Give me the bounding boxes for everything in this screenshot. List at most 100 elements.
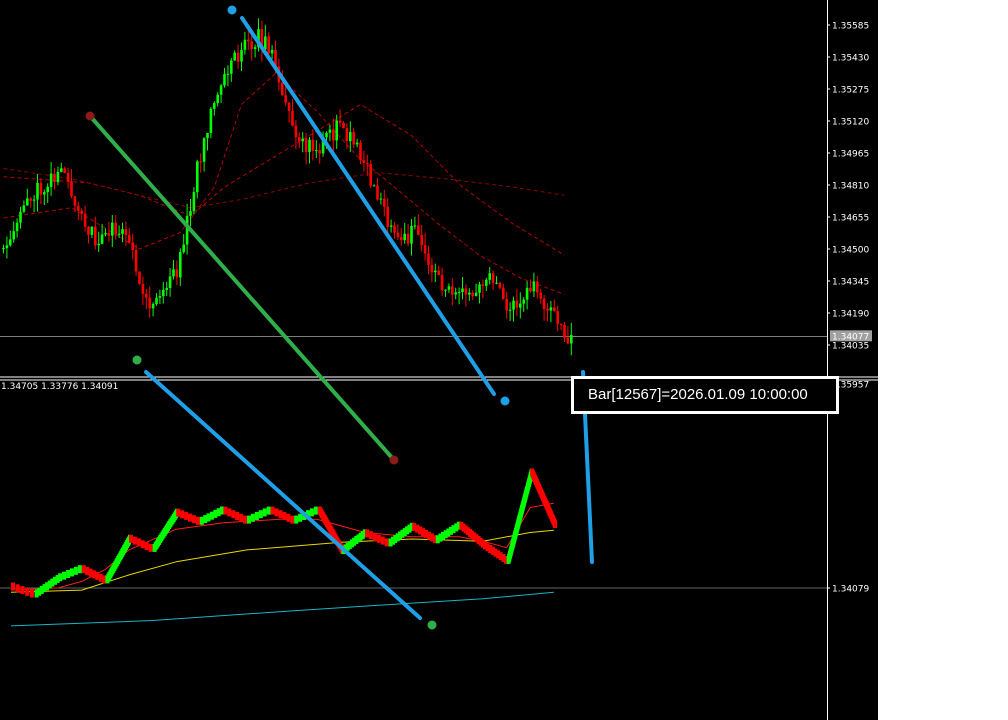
candle-body bbox=[512, 300, 515, 310]
renko-brick-up bbox=[247, 515, 251, 524]
candle-body bbox=[372, 185, 376, 187]
candle-body bbox=[451, 286, 454, 295]
candle-body bbox=[264, 36, 267, 50]
candle-body bbox=[335, 120, 338, 141]
candle-body bbox=[498, 282, 502, 288]
candle-body bbox=[172, 269, 175, 277]
candle-body bbox=[440, 274, 444, 291]
candle-body bbox=[43, 192, 46, 195]
candle-body bbox=[332, 129, 335, 141]
candle-body bbox=[162, 289, 165, 297]
candle-body bbox=[138, 271, 141, 284]
renko-brick-down bbox=[144, 542, 149, 551]
candle-body bbox=[406, 233, 410, 244]
candle-body bbox=[196, 161, 199, 193]
candle-body bbox=[325, 132, 328, 138]
candle-body bbox=[457, 292, 461, 294]
renko-brick-up bbox=[262, 508, 267, 517]
candle-body bbox=[151, 304, 155, 309]
price-tick-label: 1.34345 bbox=[832, 278, 869, 288]
candle-body bbox=[488, 273, 491, 280]
renko-brick-down bbox=[15, 584, 20, 593]
renko-brick-down bbox=[136, 538, 141, 547]
trendline-blue-sub-anchor-start[interactable] bbox=[132, 355, 142, 365]
renko-brick-down bbox=[243, 515, 248, 524]
candle-body bbox=[505, 298, 508, 311]
price-tick-label: 1.34500 bbox=[832, 246, 869, 256]
candle-body bbox=[301, 138, 304, 142]
candle-body bbox=[9, 239, 12, 246]
candle-body bbox=[474, 292, 478, 297]
price-tick-label: 1.34190 bbox=[832, 310, 869, 320]
renko-brick-down bbox=[140, 540, 145, 549]
candle-body bbox=[70, 181, 73, 197]
candle-body bbox=[15, 222, 19, 232]
renko-brick-up bbox=[73, 566, 78, 575]
trendline-blue-main-anchor-end[interactable] bbox=[500, 396, 510, 406]
renko-brick-down bbox=[553, 520, 557, 528]
candle-body bbox=[525, 287, 529, 300]
renko-brick-down bbox=[129, 534, 133, 543]
candle-body bbox=[158, 296, 162, 298]
candle-body bbox=[386, 206, 389, 227]
candle-body bbox=[168, 276, 172, 289]
price-tick-label: 1.35275 bbox=[832, 86, 869, 96]
candle-body bbox=[461, 288, 464, 293]
candle-body bbox=[366, 162, 369, 165]
candle-body bbox=[247, 39, 250, 42]
chart-canvas[interactable]: 1.35585 1.35430 1.35275 1.35120 1.34965 1.348… bbox=[0, 0, 1008, 720]
candle-body bbox=[559, 323, 563, 325]
renko-brick-down bbox=[148, 543, 153, 552]
candle-body bbox=[403, 233, 406, 241]
candle-body bbox=[298, 137, 301, 142]
renko-brick-down bbox=[290, 515, 295, 524]
trendline-blue-sub-anchor-end[interactable] bbox=[427, 620, 437, 630]
candle-body bbox=[63, 168, 66, 173]
trendline-green-anchor-end[interactable] bbox=[389, 455, 399, 465]
candle-body bbox=[437, 270, 440, 275]
outer-margin bbox=[878, 0, 1008, 720]
candle-body bbox=[12, 231, 15, 240]
candle-body bbox=[495, 282, 498, 284]
candle-body bbox=[134, 250, 138, 272]
candle-body bbox=[393, 225, 396, 233]
candle-body bbox=[90, 226, 94, 235]
candle-body bbox=[570, 335, 573, 344]
candle-body bbox=[223, 73, 226, 86]
candle-body bbox=[304, 138, 308, 152]
candle-body bbox=[165, 288, 168, 290]
candle-body bbox=[376, 185, 379, 200]
candle-body bbox=[430, 264, 434, 273]
candle-body bbox=[491, 273, 495, 283]
candle-body bbox=[32, 199, 36, 201]
candle-body bbox=[73, 196, 77, 206]
candle-body bbox=[56, 171, 60, 183]
candle-body bbox=[216, 94, 219, 104]
trendline-blue-main-anchor-start[interactable] bbox=[227, 5, 237, 15]
renko-brick-up bbox=[77, 565, 82, 574]
trendline-green-anchor-start[interactable] bbox=[85, 111, 95, 121]
renko-brick-down bbox=[29, 589, 34, 598]
candle-body bbox=[464, 288, 468, 295]
candle-body bbox=[471, 292, 474, 297]
renko-brick-down bbox=[365, 529, 369, 538]
candle-body bbox=[502, 287, 505, 299]
candle-body bbox=[87, 226, 90, 235]
renko-brick-up bbox=[62, 571, 67, 580]
candle-body bbox=[29, 198, 32, 201]
renko-brick-up bbox=[258, 510, 263, 519]
candle-body bbox=[519, 303, 522, 308]
candle-body bbox=[308, 139, 311, 152]
candle-body bbox=[46, 186, 49, 193]
candle-body bbox=[182, 244, 185, 253]
candle-body bbox=[539, 292, 542, 299]
candle-body bbox=[362, 160, 366, 163]
candle-body bbox=[230, 60, 233, 74]
candle-body bbox=[355, 142, 359, 145]
renko-brick-up bbox=[70, 568, 74, 577]
candle-body bbox=[39, 182, 43, 195]
candle-body bbox=[226, 73, 230, 75]
renko-brick-down bbox=[195, 516, 200, 525]
candle-body bbox=[141, 283, 145, 294]
candle-body bbox=[2, 248, 5, 250]
